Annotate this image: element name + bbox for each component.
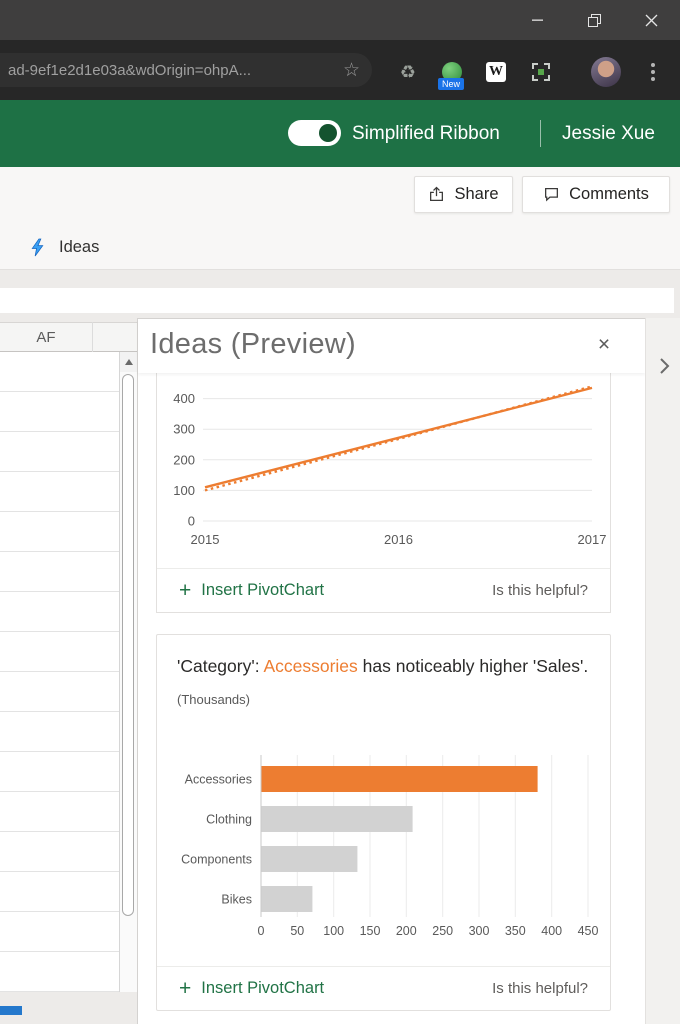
excel-header: Simplified Ribbon Jessie Xue [0, 100, 680, 167]
address-bar[interactable]: ad-9ef1e2d1e03a&wdOrigin=ohpA... ☆ [0, 53, 372, 87]
svg-text:2016: 2016 [384, 532, 413, 547]
formula-bar[interactable] [0, 288, 674, 313]
screen: { "colors": { "excel_green": "#1e7145", … [0, 0, 680, 1024]
w-extension-icon[interactable]: W [485, 61, 507, 83]
vertical-scrollbar[interactable] [119, 352, 137, 992]
card2-footer: + Insert PivotChart Is this helpful? [157, 966, 610, 1010]
svg-text:450: 450 [578, 924, 599, 938]
green-extension-icon[interactable]: New [441, 61, 463, 83]
insert-pivotchart-label: Insert PivotChart [201, 581, 324, 600]
share-label: Share [454, 185, 498, 204]
svg-text:150: 150 [360, 924, 381, 938]
svg-text:200: 200 [396, 924, 417, 938]
collapse-chevron-button[interactable] [654, 354, 674, 378]
command-bar: Share Comments [0, 167, 680, 225]
restore-button[interactable] [566, 0, 623, 40]
toggle-label: Simplified Ribbon [352, 100, 500, 167]
pane-close-button[interactable]: × [590, 331, 618, 359]
ideas-pane: Ideas (Preview) × 0100200300400500201520… [137, 318, 645, 1024]
svg-text:200: 200 [173, 452, 195, 467]
ideas-bolt-icon [28, 238, 47, 257]
svg-text:100: 100 [173, 483, 195, 498]
window-titlebar [0, 0, 680, 40]
up-arrow-icon [125, 359, 133, 365]
comments-button[interactable]: Comments [522, 176, 670, 213]
svg-text:400: 400 [541, 924, 562, 938]
user-name[interactable]: Jessie Xue [562, 100, 655, 167]
frame-icon [531, 62, 551, 82]
column-header-af[interactable]: AF [0, 323, 92, 352]
svg-text:Clothing: Clothing [206, 813, 252, 827]
svg-text:Components: Components [181, 853, 252, 867]
sheet-bottom-strip [0, 992, 137, 1024]
insight-text: 'Category': Accessories has noticeably h… [157, 635, 610, 680]
pane-collapse-rail [645, 318, 680, 1024]
simplified-ribbon-toggle[interactable] [288, 120, 341, 146]
svg-text:500: 500 [173, 373, 195, 376]
insert-pivotchart-link[interactable]: + Insert PivotChart [179, 580, 324, 601]
spreadsheet-grid[interactable] [0, 352, 119, 992]
close-window-button[interactable] [623, 0, 680, 40]
svg-text:100: 100 [323, 924, 344, 938]
svg-text:50: 50 [290, 924, 304, 938]
svg-text:300: 300 [469, 924, 490, 938]
insert-pivotchart-label: Insert PivotChart [201, 979, 324, 998]
svg-text:Bikes: Bikes [221, 893, 252, 907]
insight-suffix: has noticeably higher 'Sales'. [358, 656, 588, 676]
svg-text:2015: 2015 [191, 532, 220, 547]
minimize-button[interactable] [509, 0, 566, 40]
is-this-helpful-link[interactable]: Is this helpful? [492, 582, 588, 599]
toggle-knob [319, 124, 337, 142]
w-icon: W [486, 62, 506, 82]
insight-card-category: 'Category': Accessories has noticeably h… [156, 634, 611, 1011]
insight-prefix: 'Category': [177, 656, 263, 676]
chevron-right-icon [658, 357, 670, 375]
svg-text:400: 400 [173, 391, 195, 406]
share-button[interactable]: Share [414, 176, 513, 213]
bookmark-star-icon[interactable]: ☆ [343, 61, 360, 80]
pane-title: Ideas (Preview) [150, 328, 356, 361]
screenshot-extension-icon[interactable] [530, 61, 552, 83]
share-icon [428, 186, 445, 203]
pane-title-row: Ideas (Preview) × [138, 319, 645, 373]
column-header-row: AF [0, 322, 137, 352]
profile-avatar[interactable] [591, 57, 621, 87]
trend-line-chart: 0 100 200 300 400 500 2015 2016 2017 [157, 373, 611, 558]
minimize-icon [532, 14, 544, 26]
chart-subtitle: (Thousands) [177, 692, 610, 707]
insert-pivotchart-link[interactable]: + Insert PivotChart [179, 978, 324, 999]
browser-toolbar: ad-9ef1e2d1e03a&wdOrigin=ohpA... ☆ ♻ New… [0, 40, 680, 100]
restore-icon [588, 14, 601, 27]
card1-footer: + Insert PivotChart Is this helpful? [157, 568, 610, 612]
plus-icon: + [179, 978, 191, 999]
svg-text:0: 0 [258, 924, 265, 938]
ideas-button[interactable]: Ideas [59, 238, 99, 257]
new-badge: New [438, 78, 464, 90]
formula-band [0, 270, 680, 322]
browser-menu-icon[interactable] [643, 61, 663, 83]
svg-text:2017: 2017 [578, 532, 607, 547]
insight-card-trend: 0 100 200 300 400 500 2015 2016 2017 + Insert Pi… [156, 373, 611, 613]
plus-icon: + [179, 580, 191, 601]
recycle-extension-icon[interactable]: ♻ [397, 61, 419, 83]
ribbon-row: Ideas [0, 225, 680, 270]
header-divider [540, 120, 541, 147]
svg-text:250: 250 [432, 924, 453, 938]
comments-icon [543, 186, 560, 203]
insight-highlight: Accessories [263, 656, 357, 676]
svg-text:350: 350 [505, 924, 526, 938]
scrollbar-thumb[interactable] [122, 374, 134, 916]
svg-text:0: 0 [188, 514, 195, 529]
close-window-icon [645, 14, 658, 27]
svg-text:300: 300 [173, 422, 195, 437]
svg-text:Accessories: Accessories [185, 773, 252, 787]
blue-indicator [0, 1006, 22, 1015]
comments-label: Comments [569, 185, 649, 204]
category-bar-chart: 0 50 100 150 200 250 300 350 400 450 Accessories Cl… [157, 745, 612, 945]
is-this-helpful-link[interactable]: Is this helpful? [492, 980, 588, 997]
scroll-up-button[interactable] [120, 352, 137, 372]
url-text: ad-9ef1e2d1e03a&wdOrigin=ohpA... [8, 62, 304, 79]
